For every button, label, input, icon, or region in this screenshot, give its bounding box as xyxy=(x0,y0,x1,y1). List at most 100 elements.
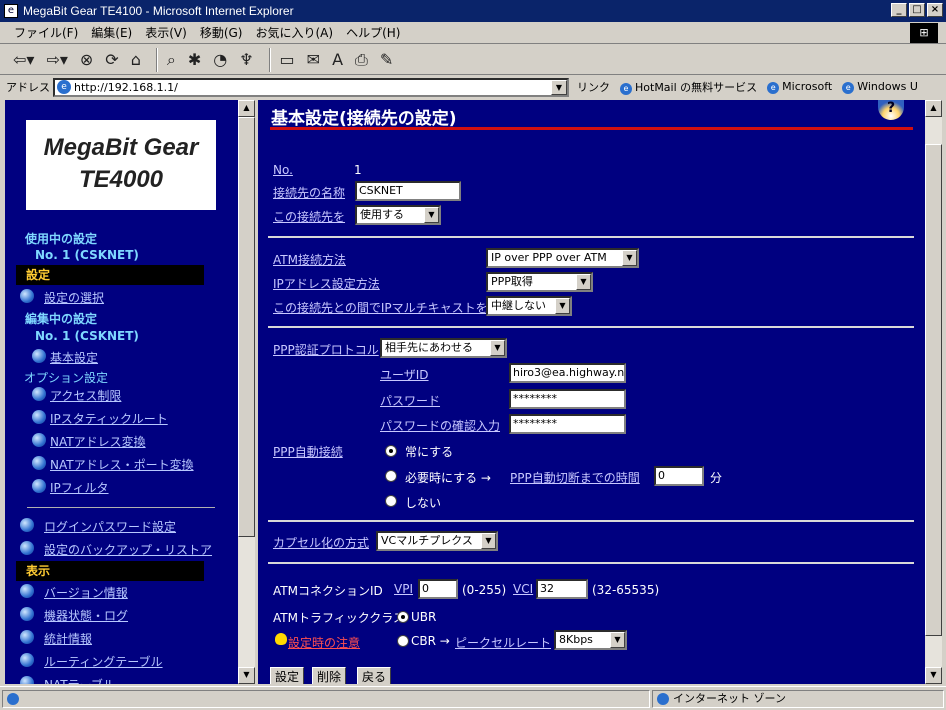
minimize-button[interactable]: _ xyxy=(891,3,907,17)
dropdown-arrow-icon[interactable]: ▼ xyxy=(481,533,496,549)
sidebar-item-napt[interactable]: NATアドレス・ポート変換 xyxy=(50,456,194,473)
sidebar-scrollbar[interactable]: ▲ ▼ xyxy=(238,100,255,684)
maximize-button[interactable]: □ xyxy=(909,3,925,17)
menu-edit[interactable]: 編集(E) xyxy=(91,24,132,41)
vci-input[interactable]: 32 xyxy=(536,579,588,599)
sidebar-item-access[interactable]: アクセス制限 xyxy=(50,387,121,404)
ppp-auto-label[interactable]: PPP自動接続 xyxy=(273,443,343,460)
sidebar-item-nat[interactable]: NATアドレス変換 xyxy=(50,433,146,450)
sidebar-item-nat-table[interactable]: NATテーブル xyxy=(44,676,115,684)
name-input[interactable]: CSKNET xyxy=(355,181,461,201)
print-icon[interactable]: ⎙ xyxy=(352,48,371,72)
user-id-label[interactable]: ユーザID xyxy=(380,366,429,383)
multicast-label[interactable]: この接続先との間でIPマルチキャストを xyxy=(273,299,488,316)
close-button[interactable]: × xyxy=(927,3,943,17)
radio-ubr[interactable] xyxy=(397,611,409,623)
set-button[interactable]: 設定 xyxy=(270,667,305,684)
ppp-auth-label[interactable]: PPP認証プロトコル xyxy=(273,341,379,358)
enable-select[interactable]: 使用する ▼ xyxy=(355,205,441,225)
scroll-up-icon[interactable]: ▲ xyxy=(238,100,255,117)
sidebar-item-version[interactable]: バージョン情報 xyxy=(44,584,128,601)
dropdown-arrow-icon[interactable]: ▼ xyxy=(622,250,637,266)
atm-method-select[interactable]: IP over PPP over ATM ▼ xyxy=(486,248,639,268)
sidebar-item-static-route[interactable]: IPスタティックルート xyxy=(50,410,168,427)
password-confirm-input[interactable]: ******** xyxy=(509,414,626,434)
dropdown-arrow-icon[interactable]: ▼ xyxy=(576,274,591,290)
dropdown-arrow-icon[interactable]: ▼ xyxy=(490,340,505,356)
link-microsoft[interactable]: Microsoft xyxy=(767,80,832,94)
forward-icon[interactable]: ⇨▾ xyxy=(43,48,70,72)
fullscreen-icon[interactable]: ▭ xyxy=(277,48,298,72)
atm-method-label[interactable]: ATM接続方法 xyxy=(273,251,346,268)
favorites-icon[interactable]: ✱ xyxy=(185,48,204,72)
sidebar-item-login-password[interactable]: ログインパスワード設定 xyxy=(44,518,176,535)
peak-rate-select[interactable]: 8Kbps ▼ xyxy=(554,630,627,650)
edit-icon[interactable]: ✎ xyxy=(377,48,396,72)
vci-label[interactable]: VCI xyxy=(513,582,533,596)
font-size-icon[interactable]: A xyxy=(329,48,346,72)
menu-view[interactable]: 表示(V) xyxy=(145,24,187,41)
history-icon[interactable]: ◔ xyxy=(210,48,230,72)
password-confirm-label[interactable]: パスワードの確認入力 xyxy=(380,417,500,434)
menu-go[interactable]: 移動(G) xyxy=(200,24,243,41)
main-scrollbar[interactable]: ▲ ▼ xyxy=(925,100,942,684)
name-label[interactable]: 接続先の名称 xyxy=(273,184,345,201)
password-input[interactable]: ******** xyxy=(509,389,626,409)
scroll-thumb[interactable] xyxy=(925,144,942,636)
ie-app-icon[interactable]: e xyxy=(4,4,18,18)
sidebar-item-stats[interactable]: 統計情報 xyxy=(44,630,92,647)
radio-always[interactable] xyxy=(385,445,397,457)
dropdown-arrow-icon[interactable]: ▼ xyxy=(424,207,439,223)
scroll-up-icon[interactable]: ▲ xyxy=(925,100,942,117)
encap-label[interactable]: カプセル化の方式 xyxy=(273,534,369,551)
mail-icon[interactable]: ✉ xyxy=(304,48,323,72)
sidebar-item-basic[interactable]: 基本設定 xyxy=(50,349,98,366)
menu-favorites[interactable]: お気に入り(A) xyxy=(255,24,333,41)
address-input[interactable]: e http://192.168.1.1/ ▼ xyxy=(53,77,569,97)
disconnect-time-label[interactable]: PPP自動切断までの時間 xyxy=(510,469,640,486)
link-hotmail[interactable]: HotMail の無料サービス xyxy=(620,79,757,95)
password-label[interactable]: パスワード xyxy=(380,392,440,409)
stop-icon[interactable]: ⊗ xyxy=(77,48,96,72)
sidebar-item-status-log[interactable]: 機器状態・ログ xyxy=(44,607,128,624)
window-title: MegaBit Gear TE4100 - Microsoft Internet… xyxy=(23,4,294,18)
link-windows-update[interactable]: Windows U xyxy=(842,80,918,94)
delete-button[interactable]: 削除 xyxy=(312,667,347,684)
menu-file[interactable]: ファイル(F) xyxy=(14,24,78,41)
peak-rate-label[interactable]: ピークセルレート xyxy=(455,634,551,651)
multicast-select[interactable]: 中継しない ▼ xyxy=(486,296,572,316)
refresh-icon[interactable]: ⟳ xyxy=(102,48,121,72)
ip-method-select[interactable]: PPP取得 ▼ xyxy=(486,272,593,292)
back-button[interactable]: 戻る xyxy=(357,667,392,684)
channels-icon[interactable]: ♆ xyxy=(236,48,256,72)
display-header: 表示 xyxy=(16,561,204,581)
section-divider xyxy=(268,326,914,328)
search-icon[interactable]: ⌕ xyxy=(164,48,179,72)
caution-link[interactable]: 設定時の注意 xyxy=(288,634,360,651)
help-icon[interactable]: ? xyxy=(878,100,904,120)
radio-cbr[interactable] xyxy=(397,635,409,647)
home-icon[interactable]: ⌂ xyxy=(128,48,144,72)
sidebar-item-select-settings[interactable]: 設定の選択 xyxy=(44,289,104,306)
sidebar-item-ip-filter[interactable]: IPフィルタ xyxy=(50,479,109,496)
scroll-thumb[interactable] xyxy=(238,117,255,537)
user-id-input[interactable]: hiro3@ea.highway.ne xyxy=(509,363,626,383)
dropdown-arrow-icon[interactable]: ▼ xyxy=(555,298,570,314)
scroll-down-icon[interactable]: ▼ xyxy=(238,667,255,684)
encap-select[interactable]: VCマルチプレクス ▼ xyxy=(376,531,498,551)
dropdown-arrow-icon[interactable]: ▼ xyxy=(610,632,625,648)
scroll-down-icon[interactable]: ▼ xyxy=(925,667,942,684)
address-dropdown-icon[interactable]: ▼ xyxy=(551,79,567,95)
vpi-input[interactable]: 0 xyxy=(418,579,458,599)
menu-help[interactable]: ヘルプ(H) xyxy=(346,24,400,41)
ppp-auth-select[interactable]: 相手先にあわせる ▼ xyxy=(380,338,507,358)
enable-label[interactable]: この接続先を xyxy=(273,208,345,225)
radio-on-demand[interactable] xyxy=(385,470,397,482)
sidebar-item-backup[interactable]: 設定のバックアップ・リストア xyxy=(44,541,212,558)
ip-method-label[interactable]: IPアドレス設定方法 xyxy=(273,275,380,292)
vpi-label[interactable]: VPI xyxy=(394,582,413,596)
sidebar-item-routing[interactable]: ルーティングテーブル xyxy=(44,653,163,670)
back-icon[interactable]: ⇦▾ xyxy=(10,48,37,72)
radio-never[interactable] xyxy=(385,495,397,507)
disconnect-time-input[interactable]: 0 xyxy=(654,466,704,486)
